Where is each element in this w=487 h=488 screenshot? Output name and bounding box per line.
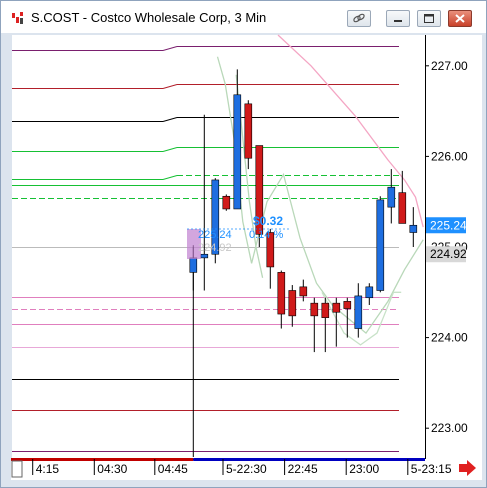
prev-price-label: 224.92	[430, 247, 467, 261]
annotation-price: 225.24	[198, 229, 232, 241]
candle-body-20[interactable]	[409, 224, 418, 233]
y-tick-label: 223.00	[431, 421, 468, 435]
candle-body-14[interactable]	[343, 301, 352, 309]
candle-body-19[interactable]	[398, 192, 407, 224]
candle-body-0[interactable]	[189, 257, 198, 273]
candle-body-18[interactable]	[387, 186, 396, 208]
candle-body-12[interactable]	[321, 302, 330, 318]
candle-body-1[interactable]	[200, 253, 209, 259]
annotation-percent: 0.14 %	[249, 229, 283, 241]
x-tick-label: 22:45	[288, 462, 318, 476]
annotation-change: $0.32	[253, 214, 283, 228]
candle-body-8[interactable]	[277, 272, 286, 315]
candle-body-15[interactable]	[354, 295, 363, 329]
x-tick-label: 4:15	[36, 462, 60, 476]
x-tick-label: 23:00	[349, 462, 379, 476]
candle-body-13[interactable]	[332, 302, 341, 313]
candle-body-5[interactable]	[244, 103, 253, 159]
candle-body-11[interactable]	[310, 302, 319, 317]
session-bar-current	[193, 458, 425, 461]
candle-body-4[interactable]	[233, 94, 242, 210]
candle-body-10[interactable]	[299, 286, 308, 297]
y-tick-label: 227.00	[431, 59, 468, 73]
price-chart[interactable]: $0.32225.240.14 %224.92227.00226.00225.0…	[1, 1, 486, 487]
chart-window: S.COST - Costco Wholesale Corp, 3 Min $0…	[0, 0, 487, 488]
last-price-label: 225.24	[430, 218, 467, 232]
scroll-handle[interactable]	[11, 460, 23, 478]
x-tick-label: 5-22:30	[226, 462, 267, 476]
y-tick-label: 224.00	[431, 331, 468, 345]
y-tick-label: 226.00	[431, 149, 468, 163]
annotation-faded-price: 224.92	[198, 242, 232, 254]
x-tick-label: 04:30	[97, 462, 127, 476]
session-bar-prior	[11, 458, 194, 461]
candle-body-3[interactable]	[222, 195, 231, 210]
x-tick-label: 04:45	[158, 462, 188, 476]
candle-body-17[interactable]	[376, 199, 385, 291]
candle-body-16[interactable]	[365, 286, 374, 299]
candle-body-9[interactable]	[288, 290, 297, 317]
x-tick-label: 5-23:15	[411, 462, 452, 476]
